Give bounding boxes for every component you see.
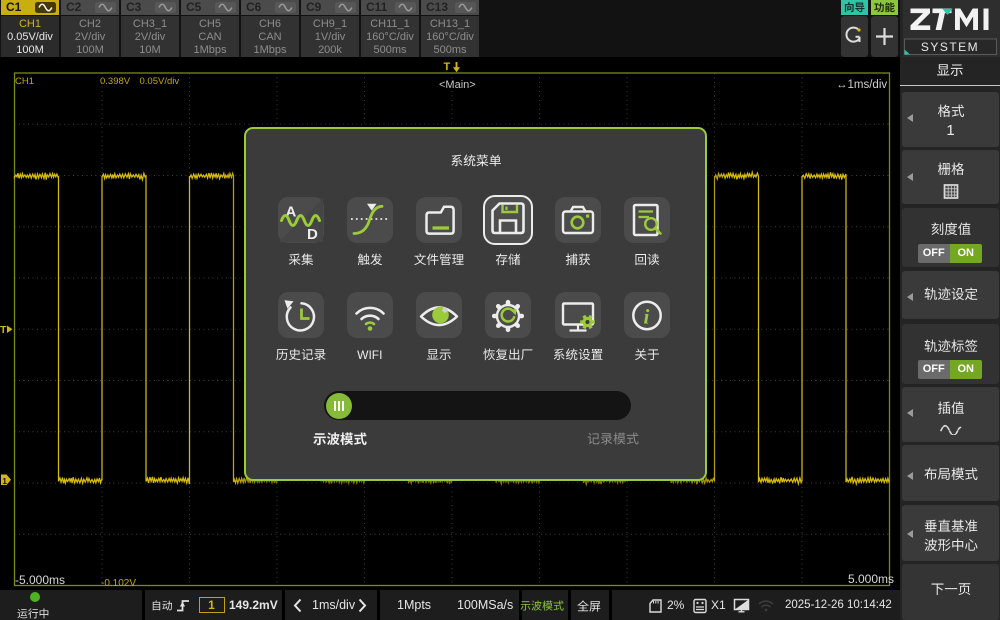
svg-text:T: T — [0, 324, 7, 336]
svg-text:D: D — [307, 226, 318, 243]
svg-text:SYSTEM: SYSTEM — [921, 40, 979, 54]
svg-text:i: i — [644, 305, 650, 329]
svg-text:1: 1 — [2, 476, 7, 486]
